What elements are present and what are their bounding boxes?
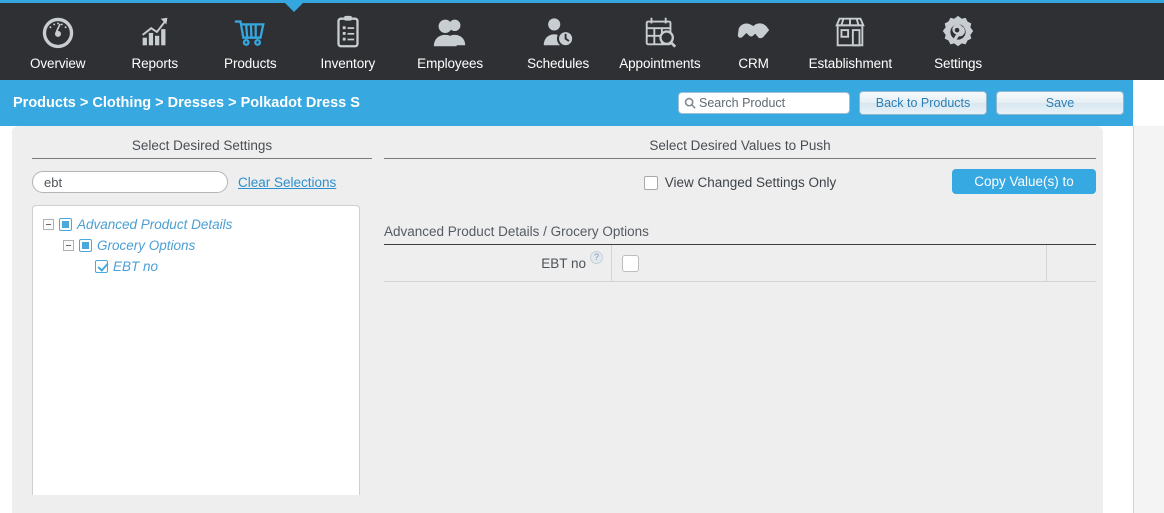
select-settings-title: Select Desired Settings <box>32 138 372 159</box>
top-navigation-bar: Overview Reports Products Inventory Empl… <box>0 0 1164 80</box>
nav-label-products: Products <box>224 56 277 71</box>
nav-item-settings[interactable]: Settings <box>928 9 988 71</box>
person-clock-icon <box>539 11 577 53</box>
question-mark-icon[interactable]: ? <box>590 251 603 264</box>
active-tab-pointer <box>285 3 303 12</box>
nav-label-crm: CRM <box>738 56 769 71</box>
gear-wrench-icon <box>939 11 977 53</box>
clear-selections-link[interactable]: Clear Selections <box>238 175 336 190</box>
tree-label: EBT no <box>113 259 159 274</box>
tree-node-ebt-no[interactable]: EBT no <box>39 256 353 277</box>
select-values-column: Select Desired Values to Push View Chang… <box>384 138 1096 282</box>
tree-label: Grocery Options <box>97 238 196 253</box>
handshake-icon <box>735 11 773 53</box>
view-changed-settings-label: View Changed Settings Only <box>664 175 837 190</box>
page-action-bar: Products > Clothing > Dresses > Polkadot… <box>0 80 1133 126</box>
nav-label-establishment: Establishment <box>808 56 893 71</box>
settings-tree: Advanced Product Details Grocery Options… <box>32 205 360 495</box>
nav-item-inventory[interactable]: Inventory <box>315 9 382 71</box>
nav-label-overview: Overview <box>30 56 86 71</box>
tree-checkbox-partial[interactable] <box>79 239 92 252</box>
save-button[interactable]: Save <box>996 91 1124 115</box>
ebt-no-checkbox[interactable] <box>622 254 639 272</box>
nav-item-products[interactable]: Products <box>218 9 282 71</box>
storefront-icon <box>831 11 869 53</box>
people-icon <box>431 11 469 53</box>
nav-item-schedules[interactable]: Schedules <box>521 9 595 71</box>
tree-node-grocery-options[interactable]: Grocery Options <box>39 235 353 256</box>
row-value-cell <box>612 245 1047 281</box>
action-bar-controls: Back to Products Save <box>678 80 1124 126</box>
tree-checkbox-checked[interactable] <box>95 260 108 273</box>
nav-item-crm[interactable]: CRM <box>729 9 779 71</box>
right-rail <box>1133 126 1164 513</box>
bar-chart-arrow-icon <box>136 11 174 53</box>
nav-label-employees: Employees <box>417 56 484 71</box>
table-row: EBT no ? <box>384 244 1096 282</box>
search-product-input[interactable] <box>699 96 839 110</box>
nav-label-inventory: Inventory <box>320 56 376 71</box>
nav-item-employees[interactable]: Employees <box>411 9 489 71</box>
nav-label-schedules: Schedules <box>527 56 590 71</box>
nav-label-reports: Reports <box>131 56 179 71</box>
settings-panel: Select Desired Settings Clear Selections… <box>12 126 1103 513</box>
tree-label: Advanced Product Details <box>77 217 233 232</box>
select-values-title: Select Desired Values to Push <box>384 138 1096 159</box>
row-label: EBT no <box>541 255 586 271</box>
values-options-row: View Changed Settings Only Copy Value(s)… <box>384 169 1096 196</box>
shopping-cart-icon <box>231 11 269 53</box>
collapse-minus-icon[interactable] <box>63 240 74 251</box>
gauge-icon <box>39 11 77 53</box>
view-changed-settings-toggle[interactable]: View Changed Settings Only <box>643 175 837 190</box>
collapse-minus-icon[interactable] <box>43 219 54 230</box>
tree-node-advanced-product-details[interactable]: Advanced Product Details <box>39 214 353 235</box>
back-to-products-button[interactable]: Back to Products <box>859 91 987 115</box>
row-label-cell: EBT no ? <box>384 245 612 281</box>
breadcrumb: Products > Clothing > Dresses > Polkadot… <box>13 95 360 111</box>
section-title: Advanced Product Details / Grocery Optio… <box>384 224 649 239</box>
nav-item-appointments[interactable]: Appointments <box>613 9 706 71</box>
calendar-search-icon <box>641 11 679 53</box>
nav-label-appointments: Appointments <box>619 56 701 71</box>
view-changed-settings-checkbox[interactable] <box>643 175 658 190</box>
settings-filter-input[interactable] <box>32 171 228 193</box>
magnifier-icon <box>684 97 696 109</box>
nav-label-settings: Settings <box>934 56 983 71</box>
nav-item-overview[interactable]: Overview <box>24 9 91 71</box>
select-settings-column: Select Desired Settings Clear Selections… <box>32 138 372 495</box>
page-body: Select Desired Settings Clear Selections… <box>0 126 1164 513</box>
settings-filter-row: Clear Selections <box>32 171 372 193</box>
copy-values-to-button[interactable]: Copy Value(s) to <box>952 169 1096 194</box>
tree-checkbox-partial[interactable] <box>59 218 72 231</box>
nav-item-reports[interactable]: Reports <box>125 9 184 71</box>
search-product-box[interactable] <box>678 92 850 114</box>
nav-item-establishment[interactable]: Establishment <box>803 9 899 71</box>
clipboard-checklist-icon <box>329 11 367 53</box>
row-extra-cell <box>1047 245 1096 281</box>
